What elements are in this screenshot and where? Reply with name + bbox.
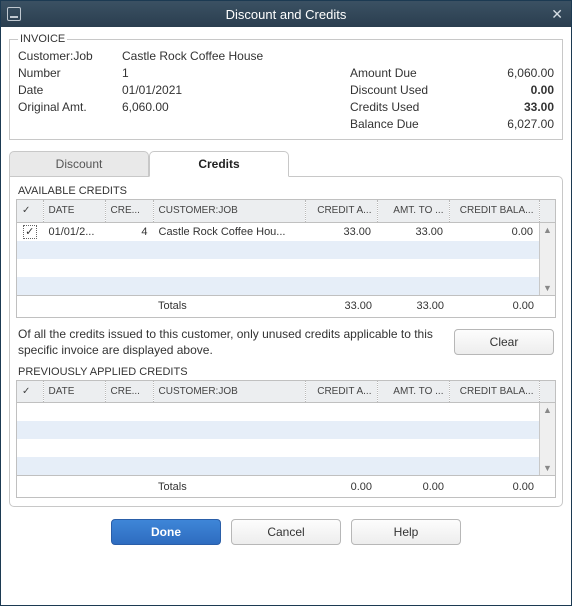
credits-panel: AVAILABLE CREDITS ✓ DATE CRE... CUSTOMER…: [9, 176, 563, 507]
scroll-up-icon[interactable]: ▲: [540, 403, 555, 417]
col-customerjob[interactable]: CUSTOMER:JOB: [153, 381, 305, 403]
cell-amttouse: 33.00: [377, 223, 449, 241]
value-creditsused: 33.00: [474, 100, 554, 114]
label-customerjob: Customer:Job: [18, 49, 118, 63]
col-creditno[interactable]: CRE...: [105, 381, 153, 403]
label-number: Number: [18, 66, 118, 80]
col-amttouse[interactable]: AMT. TO ...: [377, 200, 449, 222]
value-number: 1: [122, 66, 346, 80]
cell-creditbal: 0.00: [449, 223, 539, 241]
title-bar: Discount and Credits ✕: [1, 1, 571, 27]
value-date: 01/01/2021: [122, 83, 346, 97]
cell-creditamt: 33.00: [305, 223, 377, 241]
scrollbar[interactable]: ▲ ▼: [539, 223, 555, 295]
col-creditamt[interactable]: CREDIT A...: [305, 200, 377, 222]
previous-credits-table: ✓ DATE CRE... CUSTOMER:JOB CREDIT A... A…: [16, 380, 556, 499]
previous-credits-title: PREVIOUSLY APPLIED CREDITS: [18, 366, 556, 378]
window-restore-icon[interactable]: [7, 7, 21, 21]
checkmark-icon[interactable]: ✓: [23, 225, 37, 239]
available-totals-label: Totals: [153, 300, 305, 312]
scroll-up-icon[interactable]: ▲: [540, 223, 555, 237]
previous-total-creditamt: 0.00: [305, 481, 377, 493]
close-icon[interactable]: ✕: [551, 6, 563, 23]
col-customerjob[interactable]: CUSTOMER:JOB: [153, 200, 305, 222]
col-creditbal[interactable]: CREDIT BALA...: [449, 200, 539, 222]
label-creditsused: Credits Used: [350, 100, 470, 114]
col-creditamt[interactable]: CREDIT A...: [305, 381, 377, 403]
window-title: Discount and Credits: [1, 7, 571, 22]
available-credits-title: AVAILABLE CREDITS: [18, 185, 556, 197]
value-discountused: 0.00: [474, 83, 554, 97]
scrollbar[interactable]: ▲ ▼: [539, 403, 555, 475]
help-button[interactable]: Help: [351, 519, 461, 545]
cell-creditno: 4: [105, 223, 153, 241]
col-check[interactable]: ✓: [17, 381, 43, 403]
value-balancedue: 6,027.00: [474, 117, 554, 131]
value-originalamt: 6,060.00: [122, 100, 346, 114]
previous-total-amttouse: 0.00: [377, 481, 449, 493]
previous-totals-label: Totals: [153, 481, 305, 493]
available-total-amttouse: 33.00: [377, 300, 449, 312]
available-total-creditbal: 0.00: [449, 300, 539, 312]
col-date[interactable]: DATE: [43, 381, 105, 403]
cell-date: 01/01/2...: [43, 223, 105, 241]
available-total-creditamt: 33.00: [305, 300, 377, 312]
scroll-down-icon[interactable]: ▼: [540, 461, 555, 475]
previous-total-creditbal: 0.00: [449, 481, 539, 493]
value-customerjob: Castle Rock Coffee House: [122, 49, 346, 63]
label-date: Date: [18, 83, 118, 97]
col-date[interactable]: DATE: [43, 200, 105, 222]
tab-discount[interactable]: Discount: [9, 151, 149, 177]
col-check[interactable]: ✓: [17, 200, 43, 222]
invoice-legend: INVOICE: [18, 33, 67, 45]
label-discountused: Discount Used: [350, 83, 470, 97]
scroll-down-icon[interactable]: ▼: [540, 281, 555, 295]
col-amttouse[interactable]: AMT. TO ...: [377, 381, 449, 403]
label-balancedue: Balance Due: [350, 117, 470, 131]
tab-credits[interactable]: Credits: [149, 151, 289, 177]
table-row[interactable]: ✓ 01/01/2... 4 Castle Rock Coffee Hou...…: [17, 223, 539, 241]
invoice-section: INVOICE Customer:Job Castle Rock Coffee …: [9, 33, 563, 140]
credits-note: Of all the credits issued to this custom…: [18, 326, 444, 358]
cell-customerjob: Castle Rock Coffee Hou...: [153, 223, 305, 241]
value-amountdue: 6,060.00: [474, 66, 554, 80]
col-creditbal[interactable]: CREDIT BALA...: [449, 381, 539, 403]
done-button[interactable]: Done: [111, 519, 221, 545]
clear-button[interactable]: Clear: [454, 329, 554, 355]
cancel-button[interactable]: Cancel: [231, 519, 341, 545]
label-amountdue: Amount Due: [350, 66, 470, 80]
tab-strip: Discount Credits: [9, 150, 563, 176]
available-credits-table: ✓ DATE CRE... CUSTOMER:JOB CREDIT A... A…: [16, 199, 556, 318]
label-originalamt: Original Amt.: [18, 100, 118, 114]
col-creditno[interactable]: CRE...: [105, 200, 153, 222]
